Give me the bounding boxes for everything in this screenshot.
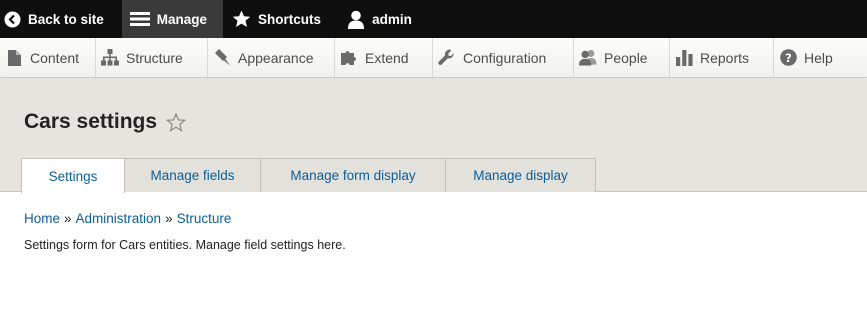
- tray-item-label: Help: [804, 49, 833, 66]
- tray-item-structure[interactable]: Structure: [96, 38, 208, 77]
- star-outline-icon[interactable]: [166, 112, 187, 132]
- manage-tab[interactable]: Manage: [121, 0, 224, 38]
- tab-manage-fields[interactable]: Manage fields: [124, 158, 261, 192]
- tray-item-help[interactable]: ? Help: [774, 38, 867, 77]
- star-icon: [232, 10, 251, 28]
- page-description: Settings form for Cars entities. Manage …: [24, 238, 346, 252]
- tray-item-label: Structure: [126, 49, 183, 66]
- tab-label: Settings: [48, 168, 98, 184]
- breadcrumb-separator: »: [64, 211, 72, 226]
- user-icon: [347, 10, 365, 29]
- menu-icon: [129, 11, 150, 27]
- wrench-icon: [438, 48, 456, 67]
- tray-item-label: Appearance: [238, 49, 314, 66]
- admin-tray: Content Structure Appearance Extend Conf…: [0, 38, 867, 78]
- tab-label: Manage fields: [150, 168, 235, 183]
- tray-item-label: People: [604, 49, 648, 66]
- shortcuts-tab[interactable]: Shortcuts: [223, 0, 339, 38]
- tab-settings[interactable]: Settings: [21, 158, 125, 193]
- back-to-site-label: Back to site: [28, 11, 104, 27]
- breadcrumb-administration-link[interactable]: Administration: [76, 211, 162, 226]
- tray-item-configuration[interactable]: Configuration: [433, 38, 574, 77]
- manage-label: Manage: [156, 11, 208, 27]
- tray-item-extend[interactable]: Extend: [335, 38, 433, 77]
- tab-manage-display[interactable]: Manage display: [445, 158, 596, 192]
- user-label: admin: [372, 11, 412, 27]
- back-to-site-link[interactable]: Back to site: [0, 0, 122, 38]
- breadcrumb-structure-link[interactable]: Structure: [177, 211, 232, 226]
- tray-item-label: Reports: [700, 49, 750, 66]
- tab-label: Manage display: [473, 168, 568, 183]
- chevron-left-circle-icon: [4, 11, 21, 28]
- svg-text:?: ?: [785, 51, 792, 65]
- tab-manage-form-display[interactable]: Manage form display: [260, 158, 446, 192]
- page-title-wrapper: Cars settings: [24, 110, 187, 134]
- user-tab[interactable]: admin: [339, 0, 422, 38]
- breadcrumb-separator: »: [165, 211, 173, 226]
- puzzle-icon: [340, 49, 358, 66]
- breadcrumb: Home » Administration » Structure: [24, 211, 231, 226]
- tray-item-appearance[interactable]: Appearance: [208, 38, 335, 77]
- sitemap-icon: [101, 49, 119, 66]
- tray-item-label: Content: [30, 49, 80, 66]
- people-icon: [579, 49, 597, 66]
- tray-item-people[interactable]: People: [574, 38, 670, 77]
- file-icon: [5, 49, 23, 66]
- tray-item-reports[interactable]: Reports: [670, 38, 774, 77]
- shortcuts-label: Shortcuts: [258, 11, 322, 27]
- tab-label: Manage form display: [290, 168, 416, 183]
- tray-item-label: Extend: [365, 49, 409, 66]
- tray-item-label: Configuration: [463, 49, 547, 66]
- paintbrush-icon: [213, 49, 231, 66]
- primary-tabs: Settings Manage fields Manage form displ…: [21, 158, 596, 193]
- page-title: Cars settings: [24, 110, 158, 133]
- breadcrumb-home-link[interactable]: Home: [24, 211, 60, 226]
- tray-item-content[interactable]: Content: [0, 38, 96, 77]
- bar-chart-icon: [675, 49, 693, 66]
- help-icon: ?: [779, 49, 797, 66]
- admin-toolbar: Back to site Manage Shortcuts admin: [0, 0, 867, 38]
